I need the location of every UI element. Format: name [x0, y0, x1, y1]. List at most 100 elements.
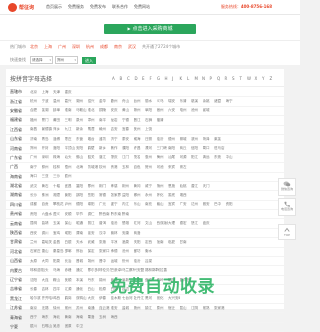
city-link[interactable]: 湘西	[180, 193, 192, 198]
province-name[interactable]: 广东省	[6, 155, 30, 161]
province-name[interactable]: 江苏省	[6, 305, 30, 311]
province-name[interactable]: 吉林省	[6, 286, 30, 292]
city-link[interactable]: 随州	[157, 184, 169, 189]
city-link[interactable]: 咸阳	[65, 231, 77, 236]
letter-link[interactable]: E	[142, 76, 150, 81]
letter-link[interactable]: T	[240, 76, 248, 81]
province-name[interactable]: 浙江省	[6, 99, 30, 105]
letter-link[interactable]: H	[165, 76, 173, 81]
city-link[interactable]: 衡阳	[65, 193, 77, 198]
city-link[interactable]: 张掖	[99, 240, 111, 245]
city-link[interactable]: 银川	[30, 324, 42, 329]
nav-item-service[interactable]: 免费服务	[68, 4, 84, 10]
city-link[interactable]: 兰州	[30, 240, 42, 245]
city-link[interactable]: 绍兴	[88, 99, 100, 104]
city-link[interactable]: 自贡	[42, 202, 54, 207]
province-name[interactable]: 河南省	[6, 146, 30, 152]
city-link[interactable]: 咸宁	[145, 184, 157, 189]
city-link[interactable]: 苏州	[76, 306, 88, 311]
city-link[interactable]: 福州	[30, 118, 42, 123]
city-link[interactable]: 钦州	[99, 165, 111, 170]
city-link[interactable]: 十堰	[53, 184, 65, 189]
city-link[interactable]: 厦门	[42, 118, 54, 123]
city-link[interactable]: 中山	[226, 155, 238, 160]
city-link[interactable]: 杭州	[30, 99, 42, 104]
enter-mall-button[interactable]: ▶ 点击进入采购商城	[104, 24, 196, 34]
city-link[interactable]: 抚州	[134, 127, 146, 132]
city-link[interactable]: 长治	[65, 259, 77, 264]
city-link[interactable]: 湖州	[76, 99, 88, 104]
city-link[interactable]: 毕节	[76, 212, 88, 217]
hot-city-link[interactable]: 北京	[30, 44, 38, 50]
city-link[interactable]: 承德	[111, 249, 123, 254]
city-link[interactable]: 忻州	[122, 259, 134, 264]
city-link[interactable]: 吕梁	[145, 259, 157, 264]
city-link[interactable]: 三沙	[53, 174, 65, 179]
city-link[interactable]: 朔州	[88, 259, 100, 264]
city-link[interactable]: 昆明	[30, 221, 42, 226]
city-link[interactable]: 长春	[30, 287, 42, 292]
city-link[interactable]: 上饶	[145, 127, 157, 132]
city-link[interactable]: 牡丹江	[134, 296, 146, 301]
city-link[interactable]: 昆山	[180, 306, 192, 311]
city-link[interactable]: 内江	[122, 202, 134, 207]
city-link[interactable]: 固原	[65, 324, 77, 329]
city-link[interactable]: 汕头	[65, 155, 77, 160]
city-link[interactable]: 贵港	[111, 165, 123, 170]
city-link[interactable]: 淮南	[65, 108, 77, 113]
city-link[interactable]: 成都	[30, 202, 42, 207]
city-link[interactable]: 鄂州	[88, 184, 100, 189]
city-link[interactable]: 慈溪	[191, 99, 203, 104]
city-link[interactable]: 襄阳	[76, 184, 88, 189]
city-link[interactable]: 新乡	[99, 146, 111, 151]
city-link[interactable]: 宁波	[42, 99, 54, 104]
city-link[interactable]: 舟山	[122, 99, 134, 104]
province-name[interactable]: 辽宁省	[6, 277, 30, 283]
city-link[interactable]: 滨州	[191, 137, 203, 142]
city-link[interactable]: 嘉兴	[65, 99, 77, 104]
city-link[interactable]: 温州	[53, 99, 65, 104]
city-link[interactable]: 延安	[88, 231, 100, 236]
city-link[interactable]: 大庆	[88, 296, 100, 301]
city-link[interactable]: 宜昌	[65, 184, 77, 189]
city-link[interactable]: 宿州	[157, 108, 169, 113]
city-link[interactable]: 酒泉	[122, 240, 134, 245]
city-link[interactable]: 益阳	[122, 193, 134, 198]
city-link[interactable]: 娄底	[168, 193, 180, 198]
city-link[interactable]: 吉林	[42, 287, 54, 292]
city-link[interactable]: 迪庆	[203, 221, 215, 226]
city-link[interactable]: 张家口	[99, 249, 111, 254]
city-link[interactable]: 南阳	[168, 146, 180, 151]
city-link[interactable]: 石狮	[145, 118, 157, 123]
city-link[interactable]: 清远	[203, 155, 215, 160]
city-link[interactable]: 宿迁	[168, 306, 180, 311]
city-link[interactable]: 韶关	[88, 155, 100, 160]
city-link[interactable]: 常德	[99, 193, 111, 198]
city-link[interactable]: 武威	[88, 240, 100, 245]
city-link[interactable]: 平凉	[111, 240, 123, 245]
city-link[interactable]: 秦皇岛	[53, 249, 65, 254]
province-name[interactable]: 青海省	[6, 315, 30, 321]
city-link[interactable]: 济宁	[111, 137, 123, 142]
city-link[interactable]: 岳阳	[88, 193, 100, 198]
city-link[interactable]: 汕尾	[168, 155, 180, 160]
city-link[interactable]: 泰州	[157, 306, 169, 311]
city-link[interactable]: 崇左	[180, 165, 192, 170]
city-link[interactable]: 德州	[168, 137, 180, 142]
city-link[interactable]: 郑州	[30, 146, 42, 151]
city-link[interactable]: 抚顺	[65, 278, 77, 283]
city-link[interactable]: 黑河	[145, 296, 157, 301]
city-link[interactable]: 诸暨	[214, 99, 226, 104]
city-link[interactable]: 长沙	[30, 193, 42, 198]
city-link[interactable]: 宁德	[122, 118, 134, 123]
city-link[interactable]: 佳木斯	[111, 296, 123, 301]
city-link[interactable]: 聊城	[180, 137, 192, 142]
city-link[interactable]: 玉溪	[53, 221, 65, 226]
city-link[interactable]: 镇江	[145, 306, 157, 311]
city-link[interactable]: 晋江	[134, 118, 146, 123]
nav-item-publish[interactable]: 免费发布	[90, 4, 106, 10]
letter-link[interactable]: P	[210, 76, 218, 81]
letter-link[interactable]: G	[157, 76, 165, 81]
province-name[interactable]: 甘肃省	[6, 239, 30, 245]
hot-city-link[interactable]: 杭州	[86, 44, 94, 50]
